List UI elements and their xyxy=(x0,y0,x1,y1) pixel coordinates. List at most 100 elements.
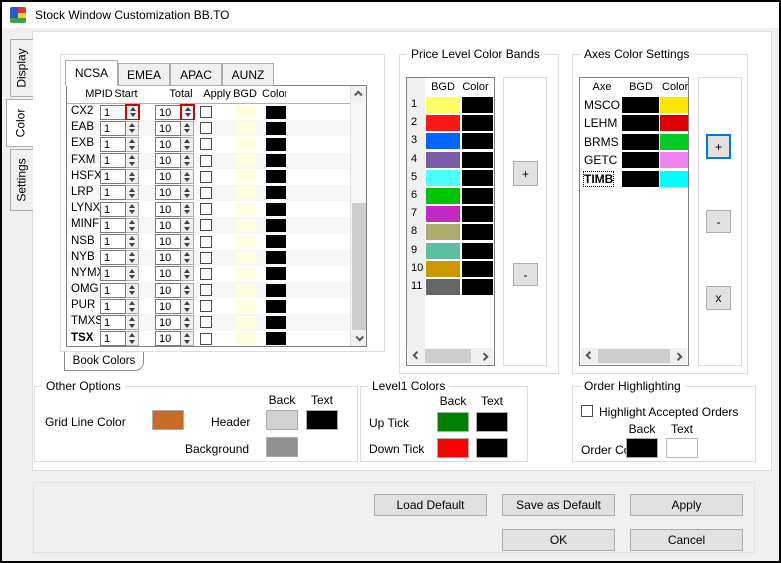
spinner-value[interactable]: 10 xyxy=(155,120,181,136)
start-spinner[interactable]: 1 xyxy=(100,266,139,282)
spin-down-button[interactable] xyxy=(181,144,193,151)
spinner-buttons[interactable] xyxy=(126,282,139,298)
bgd-swatch[interactable] xyxy=(236,299,256,313)
start-spinner[interactable]: 1 xyxy=(100,185,139,201)
band-color-swatch[interactable] xyxy=(462,151,493,168)
spin-down-button[interactable] xyxy=(126,225,138,232)
up-tick-back-swatch[interactable] xyxy=(437,412,469,432)
spinner-buttons[interactable] xyxy=(180,103,195,121)
tab-settings[interactable]: Settings xyxy=(10,149,33,211)
spin-down-button[interactable] xyxy=(181,257,193,265)
scroll-right-button[interactable] xyxy=(671,348,687,364)
spinner-buttons[interactable] xyxy=(181,120,194,136)
spinner-buttons[interactable] xyxy=(181,153,194,169)
start-spinner[interactable]: 1 xyxy=(100,314,139,330)
spinner-buttons[interactable] xyxy=(181,266,194,282)
total-spinner[interactable]: 10 xyxy=(155,298,194,314)
color-swatch[interactable] xyxy=(266,170,286,184)
spinner-buttons[interactable] xyxy=(181,298,194,314)
spin-down-button[interactable] xyxy=(181,241,193,248)
bgd-swatch[interactable] xyxy=(236,154,256,168)
spinner-value[interactable]: 1 xyxy=(100,331,126,346)
band-bgd-swatch[interactable] xyxy=(426,133,460,150)
scroll-right-button[interactable] xyxy=(477,348,493,364)
tab-book-colors[interactable]: Book Colors xyxy=(64,352,144,371)
band-bgd-swatch[interactable] xyxy=(426,115,460,132)
spinner-value[interactable]: 1 xyxy=(100,136,126,152)
apply-checkbox[interactable] xyxy=(200,284,212,297)
highlight-accepted-orders-checkbox[interactable] xyxy=(581,405,593,417)
start-spinner[interactable]: 1 xyxy=(100,217,139,233)
start-spinner[interactable]: 1 xyxy=(100,201,139,217)
bgd-swatch[interactable] xyxy=(236,105,256,119)
total-spinner[interactable]: 10 xyxy=(155,103,195,121)
remove-band-button[interactable]: - xyxy=(513,263,538,286)
bgd-swatch[interactable] xyxy=(236,202,256,216)
start-spinner[interactable]: 1 xyxy=(100,250,139,266)
cancel-button[interactable]: Cancel xyxy=(630,529,743,551)
band-color-swatch[interactable] xyxy=(462,242,493,259)
spinner-value[interactable]: 10 xyxy=(155,104,181,120)
total-spinner[interactable]: 10 xyxy=(155,201,194,217)
start-spinner[interactable]: 1 xyxy=(100,234,139,249)
axe-label[interactable]: GETC xyxy=(584,153,617,167)
apply-checkbox[interactable] xyxy=(200,122,212,135)
apply-checkbox[interactable] xyxy=(200,138,212,151)
spinner-value[interactable]: 1 xyxy=(100,250,126,266)
spin-down-button[interactable] xyxy=(181,290,193,297)
spinner-value[interactable]: 1 xyxy=(100,266,126,282)
band-color-swatch[interactable] xyxy=(462,133,493,150)
spinner-value[interactable]: 1 xyxy=(100,169,126,185)
spinner-value[interactable]: 10 xyxy=(155,250,181,266)
start-spinner[interactable]: 1 xyxy=(100,120,139,136)
start-spinner[interactable]: 1 xyxy=(100,298,139,314)
spinner-value[interactable]: 1 xyxy=(100,201,126,217)
spin-down-button[interactable] xyxy=(126,128,138,135)
add-axe-button[interactable]: + xyxy=(706,134,731,159)
spin-down-button[interactable] xyxy=(182,112,193,119)
spinner-buttons[interactable] xyxy=(126,266,139,282)
axe-color-swatch[interactable] xyxy=(660,115,688,132)
total-spinner[interactable]: 10 xyxy=(155,250,194,266)
total-spinner[interactable]: 10 xyxy=(155,234,194,249)
spin-down-button[interactable] xyxy=(181,128,193,135)
band-bgd-swatch[interactable] xyxy=(426,260,460,277)
spinner-buttons[interactable] xyxy=(181,250,194,266)
color-swatch[interactable] xyxy=(266,186,286,200)
spinner-buttons[interactable] xyxy=(181,136,194,152)
spinner-buttons[interactable] xyxy=(181,201,194,217)
spin-down-button[interactable] xyxy=(181,160,193,168)
color-swatch[interactable] xyxy=(266,202,286,216)
apply-button[interactable]: Apply xyxy=(630,494,743,516)
spin-down-button[interactable] xyxy=(126,338,138,346)
color-swatch[interactable] xyxy=(266,251,286,265)
spinner-buttons[interactable] xyxy=(181,217,194,233)
spinner-buttons[interactable] xyxy=(126,169,139,185)
spinner-value[interactable]: 10 xyxy=(155,185,181,201)
tab-aunz[interactable]: AUNZ xyxy=(222,63,274,86)
spinner-buttons[interactable] xyxy=(181,331,194,346)
band-bgd-swatch[interactable] xyxy=(426,187,460,204)
spinner-buttons[interactable] xyxy=(181,169,194,185)
band-color-swatch[interactable] xyxy=(462,97,493,113)
spinner-value[interactable]: 10 xyxy=(155,136,181,152)
tab-emea[interactable]: EMEA xyxy=(118,63,170,86)
start-spinner[interactable]: 1 xyxy=(100,153,139,169)
band-color-swatch[interactable] xyxy=(462,115,493,132)
band-bgd-swatch[interactable] xyxy=(426,224,460,241)
tab-ncsa[interactable]: NCSA xyxy=(65,60,118,86)
spin-down-button[interactable] xyxy=(126,273,138,281)
bgd-swatch[interactable] xyxy=(236,186,256,200)
bgd-swatch[interactable] xyxy=(236,315,256,329)
bgd-swatch[interactable] xyxy=(236,332,256,346)
axe-bgd-swatch[interactable] xyxy=(622,97,659,113)
axe-label[interactable]: LEHM xyxy=(584,116,617,130)
spinner-buttons[interactable] xyxy=(126,153,139,169)
apply-checkbox[interactable] xyxy=(200,332,212,345)
spin-down-button[interactable] xyxy=(181,176,193,184)
bgd-swatch[interactable] xyxy=(236,218,256,232)
total-spinner[interactable]: 10 xyxy=(155,217,194,233)
spinner-buttons[interactable] xyxy=(125,103,140,121)
total-spinner[interactable]: 10 xyxy=(155,120,194,136)
spinner-buttons[interactable] xyxy=(181,282,194,298)
